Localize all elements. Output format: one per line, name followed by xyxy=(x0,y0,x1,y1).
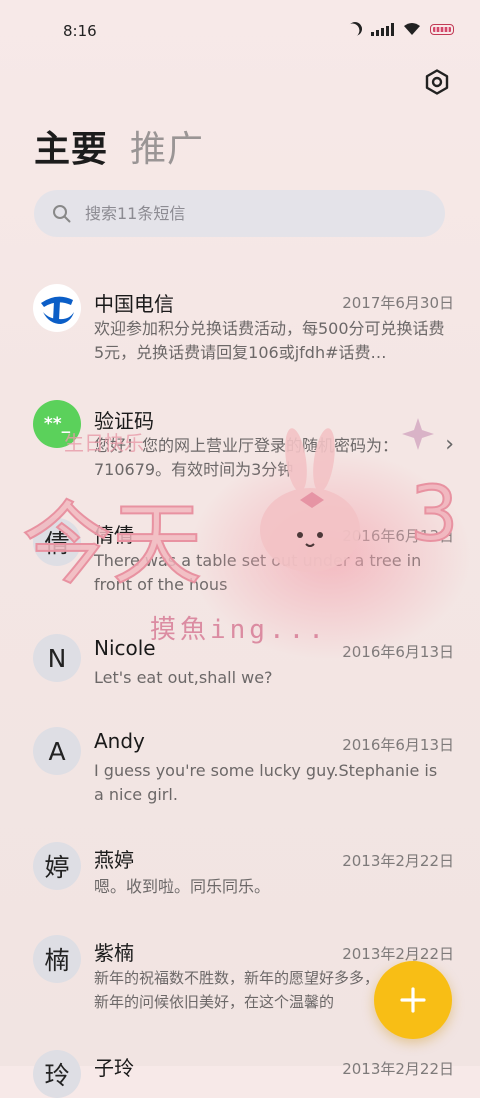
avatar-text: A xyxy=(48,736,66,766)
signal-icon xyxy=(371,22,394,36)
tab-promotions[interactable]: 推广 xyxy=(130,120,204,172)
avatar: 倩 xyxy=(33,518,81,566)
do-not-disturb-icon xyxy=(345,19,364,38)
avatar: **_ xyxy=(33,400,81,448)
avatar-text: 倩 xyxy=(44,529,70,558)
avatar: 楠 xyxy=(33,935,81,983)
settings-gear-icon[interactable] xyxy=(424,69,450,95)
china-telecom-logo-icon xyxy=(36,287,78,329)
message-preview: 新年的祝福数不胜数，新年的愿望好多多，新年的问候依旧美好，在这个温馨的 xyxy=(94,969,380,1011)
avatar: N xyxy=(33,634,81,682)
tab-primary[interactable]: 主要 xyxy=(34,120,108,172)
new-message-button[interactable] xyxy=(374,961,452,1039)
contact-name: Andy xyxy=(94,729,145,753)
message-date: 2016年6月13日 xyxy=(342,527,454,545)
contact-name: 验证码 xyxy=(94,409,154,433)
avatar-text: N xyxy=(47,643,67,673)
contact-name: Nicole xyxy=(94,636,156,660)
status-time: 8:16 xyxy=(63,22,97,40)
avatar-text: 婷 xyxy=(44,853,70,882)
message-date: 2013年2月22日 xyxy=(342,1060,454,1078)
status-bar: 8:16 xyxy=(0,0,480,62)
plus-icon xyxy=(400,987,426,1013)
message-preview: 嗯。收到啦。同乐同乐。 xyxy=(94,877,271,896)
message-preview: Let's eat out,shall we? xyxy=(94,668,273,687)
contact-name: 中国电信 xyxy=(94,292,174,316)
tab-bar: 主要 推广 xyxy=(34,120,204,172)
contact-name: 子玲 xyxy=(94,1056,134,1080)
message-preview: 您好！您的网上营业厅登录的随机密码为：710679。有效时间为3分钟 xyxy=(94,436,399,479)
conversation-row[interactable]: N Nicole 2016年6月13日 Let's eat out,shall … xyxy=(0,632,480,702)
message-preview: 欢迎参加积分兑换话费活动，每500分可兑换话费5元，兑换话费请回复106或jfd… xyxy=(94,319,445,362)
message-date: 2016年6月13日 xyxy=(342,736,454,754)
conversation-row[interactable]: A Andy 2016年6月13日 I guess you're some lu… xyxy=(0,726,480,816)
contact-name: 倩倩 xyxy=(94,523,134,547)
conversation-row[interactable]: 婷 燕婷 2013年2月22日 嗯。收到啦。同乐同乐。 xyxy=(0,842,480,912)
avatar: A xyxy=(33,727,81,775)
conversation-row[interactable]: 中国电信 2017年6月30日 欢迎参加积分兑换话费活动，每500分可兑换话费5… xyxy=(0,280,480,380)
conversation-row[interactable]: 玲 子玲 2013年2月22日 xyxy=(0,1050,480,1098)
contact-name: 紫楠 xyxy=(94,941,134,965)
avatar: 婷 xyxy=(33,842,81,890)
wifi-icon xyxy=(404,23,420,35)
contact-name: 燕婷 xyxy=(94,848,134,872)
message-preview: There was a table set out under a tree i… xyxy=(94,551,422,594)
avatar: 玲 xyxy=(33,1050,81,1098)
status-icons xyxy=(348,22,454,36)
message-date: 2017年6月30日 xyxy=(342,294,454,312)
conversation-row[interactable]: 倩 倩倩 2016年6月13日 There was a table set ou… xyxy=(0,516,480,616)
search-input[interactable] xyxy=(83,203,407,224)
conversation-row[interactable]: **_ 验证码 您好！您的网上营业厅登录的随机密码为：710679。有效时间为3… xyxy=(0,398,480,498)
avatar-text: 玲 xyxy=(44,1061,70,1090)
message-date: 2013年2月22日 xyxy=(342,945,454,963)
message-preview: I guess you're some lucky guy.Stephanie … xyxy=(94,761,438,804)
avatar-text: **_ xyxy=(43,414,71,434)
message-date: 2013年2月22日 xyxy=(342,852,454,870)
chevron-right-icon: › xyxy=(445,432,454,457)
search-bar[interactable] xyxy=(34,190,445,237)
message-date: 2016年6月13日 xyxy=(342,643,454,661)
search-icon xyxy=(53,205,71,223)
battery-icon xyxy=(430,23,454,35)
avatar xyxy=(33,284,81,332)
avatar-text: 楠 xyxy=(44,946,70,975)
